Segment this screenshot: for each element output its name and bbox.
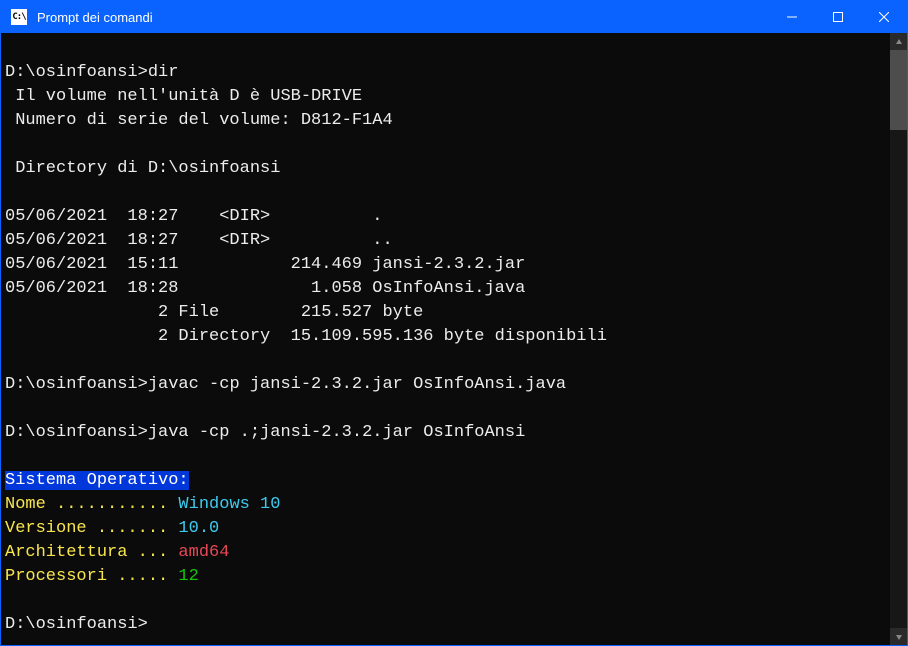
os-version-value: 10.0 [168, 519, 219, 538]
dir-listing-row: 05/06/2021 18:27 <DIR> .. [5, 231, 393, 250]
output-line: Directory di D:\osinfoansi [5, 159, 280, 178]
close-button[interactable] [861, 1, 907, 33]
scrollbar-thumb[interactable] [890, 50, 907, 130]
window-title: Prompt dei comandi [37, 10, 153, 25]
scrollbar-track[interactable] [890, 50, 907, 628]
vertical-scrollbar[interactable] [890, 33, 907, 645]
cmd-icon: C:\ [11, 9, 27, 25]
scroll-up-button[interactable] [890, 33, 907, 50]
titlebar[interactable]: C:\ Prompt dei comandi [1, 1, 907, 33]
dir-listing-row: 05/06/2021 18:27 <DIR> . [5, 207, 382, 226]
terminal-output[interactable]: D:\osinfoansi>dir Il volume nell'unità D… [1, 33, 890, 645]
dir-listing-row: 05/06/2021 18:28 1.058 OsInfoAnsi.java [5, 279, 525, 298]
output-line: Il volume nell'unità D è USB-DRIVE [5, 87, 362, 106]
command-text: java -cp .;jansi-2.3.2.jar OsInfoAnsi [148, 423, 525, 442]
maximize-button[interactable] [815, 1, 861, 33]
dir-summary: 2 File 215.527 byte [5, 303, 423, 322]
prompt: D:\osinfoansi> [5, 423, 148, 442]
command-text: javac -cp jansi-2.3.2.jar OsInfoAnsi.jav… [148, 375, 566, 394]
os-arch-value: amd64 [168, 543, 229, 562]
prompt: D:\osinfoansi> [5, 615, 148, 634]
minimize-button[interactable] [769, 1, 815, 33]
os-info-header: Sistema Operativo: [5, 471, 189, 490]
os-proc-label: Processori ..... [5, 567, 168, 586]
dir-listing-row: 05/06/2021 15:11 214.469 jansi-2.3.2.jar [5, 255, 525, 274]
command-prompt-window: C:\ Prompt dei comandi D:\osinfoansi>dir… [0, 0, 908, 646]
os-name-label: Nome ........... [5, 495, 168, 514]
prompt: D:\osinfoansi> [5, 63, 148, 82]
command-text: dir [148, 63, 179, 82]
os-proc-value: 12 [168, 567, 199, 586]
os-arch-label: Architettura ... [5, 543, 168, 562]
dir-summary: 2 Directory 15.109.595.136 byte disponib… [5, 327, 607, 346]
output-line: Numero di serie del volume: D812-F1A4 [5, 111, 393, 130]
os-version-label: Versione ....... [5, 519, 168, 538]
os-name-value: Windows 10 [168, 495, 280, 514]
prompt: D:\osinfoansi> [5, 375, 148, 394]
scroll-down-button[interactable] [890, 628, 907, 645]
